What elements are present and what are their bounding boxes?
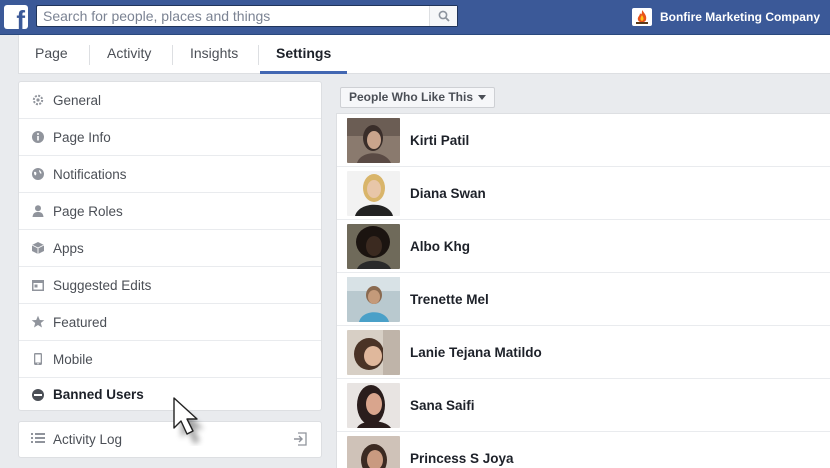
star-icon xyxy=(31,315,45,329)
tab-divider xyxy=(172,45,173,65)
list-item[interactable]: Princess S Joya xyxy=(337,432,830,468)
page-tabs-bar: Page Activity Insights Settings xyxy=(18,35,830,74)
list-item[interactable]: Albo Khg xyxy=(337,220,830,273)
filter-label: People Who Like This xyxy=(349,90,474,104)
tab-settings[interactable]: Settings xyxy=(260,35,348,74)
people-filter-dropdown[interactable]: People Who Like This xyxy=(340,87,496,108)
avatar[interactable] xyxy=(347,382,400,428)
chevron-down-icon xyxy=(478,95,487,100)
avatar[interactable] xyxy=(347,435,400,468)
sidebar-item-label: Notifications xyxy=(53,166,127,182)
tab-activity[interactable]: Activity xyxy=(91,35,167,74)
sidebar-item-notifications[interactable]: Notifications xyxy=(19,156,321,193)
avatar[interactable] xyxy=(347,117,400,163)
tab-divider xyxy=(89,45,90,65)
search-input[interactable] xyxy=(37,6,427,26)
list-item[interactable]: Trenette Mel xyxy=(337,273,830,326)
calendar-icon xyxy=(31,278,45,292)
person-name[interactable]: Trenette Mel xyxy=(410,292,489,307)
avatar[interactable] xyxy=(347,329,400,375)
person-name[interactable]: Albo Khg xyxy=(410,239,470,254)
banned-icon xyxy=(31,388,45,402)
facebook-logo-icon[interactable]: f xyxy=(4,5,28,29)
avatar[interactable] xyxy=(347,223,400,269)
sidebar-item-banned-users[interactable]: Banned Users xyxy=(19,378,321,411)
list-item[interactable]: Kirti Patil xyxy=(337,114,830,167)
search-icon xyxy=(438,10,450,22)
tab-divider xyxy=(258,45,259,65)
sidebar-item-general[interactable]: General xyxy=(19,82,321,119)
person-name[interactable]: Diana Swan xyxy=(410,186,486,201)
person-name[interactable]: Sana Saifi xyxy=(410,398,475,413)
sidebar-item-page-info[interactable]: Page Info xyxy=(19,119,321,156)
avatar[interactable] xyxy=(347,276,400,322)
sidebar-item-apps[interactable]: Apps xyxy=(19,230,321,267)
sidebar-item-label: Page Info xyxy=(53,129,111,145)
activity-log-label: Activity Log xyxy=(53,432,123,447)
sidebar-item-label: Page Roles xyxy=(53,203,123,219)
list-item[interactable]: Sana Saifi xyxy=(337,379,830,432)
tab-page[interactable]: Page xyxy=(19,35,84,74)
bonfire-logo-icon xyxy=(631,8,652,26)
avatar[interactable] xyxy=(347,170,400,216)
person-name[interactable]: Princess S Joya xyxy=(410,451,514,466)
sidebar-item-label: Featured xyxy=(53,314,108,330)
search-box xyxy=(36,5,458,27)
sidebar-item-suggested-edits[interactable]: Suggested Edits xyxy=(19,267,321,304)
list-item[interactable]: Lanie Tejana Matildo xyxy=(337,326,830,379)
page-profile-link[interactable]: Bonfire Marketing Company xyxy=(631,7,820,27)
facebook-logo-letter: f xyxy=(16,5,25,29)
sidebar-item-label: Banned Users xyxy=(53,387,144,402)
sidebar-item-label: Mobile xyxy=(53,351,93,367)
people-list: Kirti Patil Diana Swan Albo Khg Trenette… xyxy=(336,113,830,468)
globe-icon xyxy=(31,167,45,181)
top-navigation-bar: f Bonfire Marketing Company xyxy=(0,0,830,35)
tab-insights[interactable]: Insights xyxy=(174,35,254,74)
person-icon xyxy=(31,204,45,218)
list-item[interactable]: Diana Swan xyxy=(337,167,830,220)
phone-icon xyxy=(31,352,45,366)
sidebar-item-label: Apps xyxy=(53,240,84,256)
sidebar-item-label: Suggested Edits xyxy=(53,277,152,293)
sidebar-item-mobile[interactable]: Mobile xyxy=(19,341,321,378)
cube-icon xyxy=(31,241,45,255)
settings-sidebar: General Page Info Notifications Page Rol… xyxy=(18,81,322,411)
go-to-icon xyxy=(293,432,307,449)
page-name: Bonfire Marketing Company xyxy=(659,10,820,24)
activity-log-link[interactable]: Activity Log xyxy=(18,421,322,458)
sidebar-item-label: General xyxy=(53,92,102,108)
person-name[interactable]: Kirti Patil xyxy=(410,133,469,148)
sidebar-item-page-roles[interactable]: Page Roles xyxy=(19,193,321,230)
info-icon xyxy=(31,130,45,144)
gear-icon xyxy=(31,93,45,107)
sidebar-item-featured[interactable]: Featured xyxy=(19,304,321,341)
person-name[interactable]: Lanie Tejana Matildo xyxy=(410,345,542,360)
list-icon xyxy=(31,432,45,447)
search-button[interactable] xyxy=(429,6,457,26)
